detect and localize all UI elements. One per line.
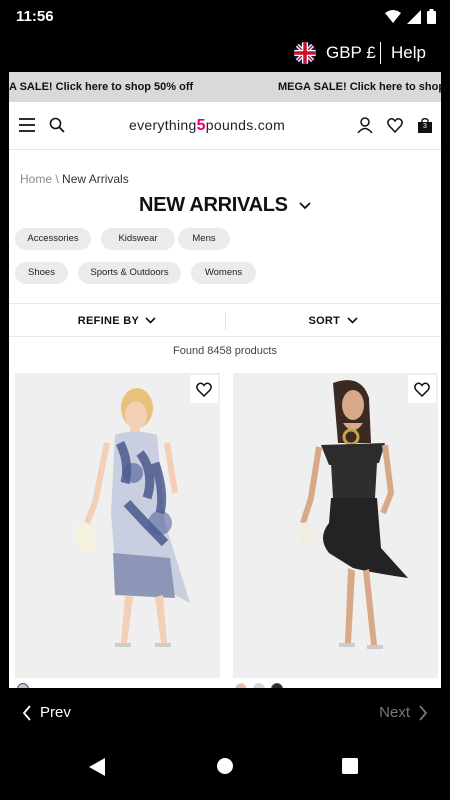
chevron-down-icon — [299, 202, 311, 209]
product-image[interactable] — [15, 373, 220, 678]
help-link[interactable]: Help — [391, 43, 426, 63]
sale-banner[interactable]: A SALE! Click here to shop 50% off MEGA … — [9, 72, 441, 102]
back-icon[interactable] — [89, 758, 105, 776]
results-count: Found 8458 products — [173, 345, 277, 357]
prev-label: Prev — [40, 704, 71, 721]
status-icons — [385, 9, 436, 24]
signal-icon — [407, 9, 421, 24]
next-label: Next — [379, 704, 410, 721]
chip-accessories[interactable]: Accessories — [15, 228, 91, 250]
bag-icon[interactable]: 3 — [417, 117, 433, 133]
chevron-down-icon — [145, 317, 156, 324]
chip-kidswear[interactable]: Kidswear — [101, 228, 175, 250]
chip-shoes[interactable]: Shoes — [15, 262, 68, 284]
pagination-bar: Prev Next — [0, 688, 450, 740]
chevron-down-icon — [346, 317, 358, 324]
site-logo[interactable]: everything5pounds.com — [129, 117, 285, 135]
status-time: 11:56 — [16, 8, 54, 25]
chip-mens[interactable]: Mens — [178, 228, 230, 250]
banner-text-left[interactable]: A SALE! Click here to shop 50% off — [9, 81, 193, 93]
recents-icon[interactable] — [342, 758, 358, 774]
refine-label: REFINE BY — [77, 315, 139, 327]
logo-text-2: pounds.com — [205, 117, 286, 133]
account-icon[interactable] — [357, 117, 373, 133]
currency-selector[interactable]: GBP £ — [326, 43, 376, 63]
search-icon[interactable] — [49, 117, 65, 133]
prev-button[interactable]: Prev — [22, 704, 71, 721]
system-navigation-bar — [0, 740, 450, 800]
battery-icon — [427, 9, 436, 24]
logo-five: 5 — [196, 117, 206, 134]
product-image[interactable] — [233, 373, 438, 678]
refine-by-button[interactable]: REFINE BY — [9, 304, 225, 338]
breadcrumb: Home \ New Arrivals — [20, 172, 129, 186]
web-page: A SALE! Click here to shop 50% off MEGA … — [9, 72, 441, 688]
breadcrumb-home[interactable]: Home — [20, 172, 52, 186]
divider — [380, 42, 381, 64]
product-card[interactable] — [233, 373, 438, 678]
next-button[interactable]: Next — [379, 704, 428, 721]
cart-count: 3 — [423, 123, 427, 130]
chip-sports-outdoors[interactable]: Sports & Outdoors — [78, 262, 181, 284]
add-to-wishlist-button[interactable] — [190, 375, 218, 403]
breadcrumb-current: New Arrivals — [62, 172, 129, 186]
status-bar: 11:56 — [0, 0, 450, 34]
logo-text-1: everything — [129, 117, 197, 133]
heart-icon — [196, 382, 212, 397]
add-to-wishlist-button[interactable] — [408, 375, 436, 403]
chip-womens[interactable]: Womens — [191, 262, 256, 284]
site-header: everything5pounds.com 3 — [9, 102, 441, 150]
breadcrumb-separator: \ — [55, 172, 59, 186]
sort-label: SORT — [308, 315, 341, 327]
heart-icon — [414, 382, 430, 397]
chevron-right-icon — [419, 704, 428, 721]
wishlist-icon[interactable] — [387, 117, 403, 133]
page-title[interactable]: NEW ARRIVALS — [9, 194, 441, 217]
home-icon[interactable] — [217, 758, 233, 774]
refine-sort-bar: REFINE BY SORT — [9, 303, 441, 337]
product-card[interactable] — [15, 373, 220, 678]
uk-flag-icon[interactable] — [294, 42, 316, 64]
banner-text-right[interactable]: MEGA SALE! Click here to shop 50% off — [278, 81, 441, 93]
menu-icon[interactable] — [19, 117, 35, 133]
chevron-left-icon — [22, 704, 31, 721]
sort-button[interactable]: SORT — [225, 304, 441, 338]
wifi-icon — [385, 9, 401, 23]
top-bar: GBP £ Help — [0, 34, 450, 72]
page-title-text: NEW ARRIVALS — [139, 194, 288, 216]
